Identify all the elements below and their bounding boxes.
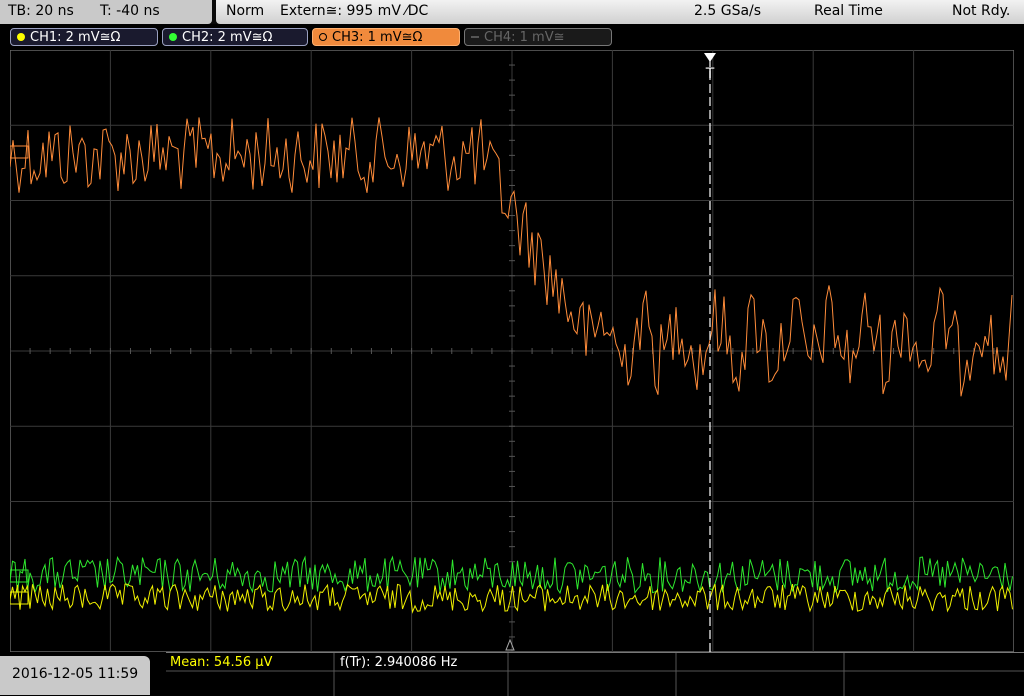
trigger-marker-label: T bbox=[705, 66, 715, 82]
measurement-frequency[interactable]: f(Tr): 2.940086 Hz bbox=[340, 655, 457, 670]
channel-tab-ch4[interactable]: CH4: 1 mV≅ bbox=[464, 28, 612, 46]
ch1-indicator-icon bbox=[17, 33, 25, 41]
acquisition-status: Not Rdy. bbox=[952, 3, 1011, 19]
trigger-offset-readout: T: -40 ns bbox=[100, 3, 160, 19]
ch2-indicator-icon bbox=[169, 33, 177, 41]
channel-tab-ch3[interactable]: CH3: 1 mV≅Ω bbox=[312, 28, 460, 46]
timebase-readout: TB: 20 ns bbox=[8, 3, 74, 19]
ch4-label: CH4: 1 mV≅ bbox=[484, 29, 565, 45]
acquisition-mode: Real Time bbox=[814, 3, 883, 19]
channel-tab-ch2[interactable]: CH2: 2 mV≅Ω bbox=[162, 28, 308, 46]
waveform-display[interactable]: T bbox=[10, 50, 1014, 652]
ch4-indicator-icon bbox=[471, 36, 479, 38]
trigger-source: Extern≅: 995 mV ⁄DC bbox=[280, 3, 429, 19]
datetime-panel: 2016-12-05 11:59 bbox=[0, 656, 150, 695]
trigger-panel[interactable]: Norm Extern≅: 995 mV ⁄DC 2.5 GSa/s Real … bbox=[216, 0, 1024, 24]
ch3-label: CH3: 1 mV≅Ω bbox=[332, 29, 423, 45]
ch2-label: CH2: 2 mV≅Ω bbox=[182, 29, 273, 45]
channel-tab-ch1[interactable]: CH1: 2 mV≅Ω bbox=[10, 28, 158, 46]
trigger-mode: Norm bbox=[226, 3, 265, 19]
ch1-label: CH1: 2 mV≅Ω bbox=[30, 29, 121, 45]
sample-rate: 2.5 GSa/s bbox=[694, 3, 762, 19]
timebase-panel[interactable]: TB: 20 ns T: -40 ns bbox=[0, 0, 212, 24]
ch3-indicator-icon bbox=[319, 33, 327, 41]
measurement-bar: Mean: 54.56 µV f(Tr): 2.940086 Hz bbox=[166, 652, 1024, 696]
measurement-mean[interactable]: Mean: 54.56 µV bbox=[170, 655, 272, 670]
datetime-readout: 2016-12-05 11:59 bbox=[12, 666, 139, 682]
